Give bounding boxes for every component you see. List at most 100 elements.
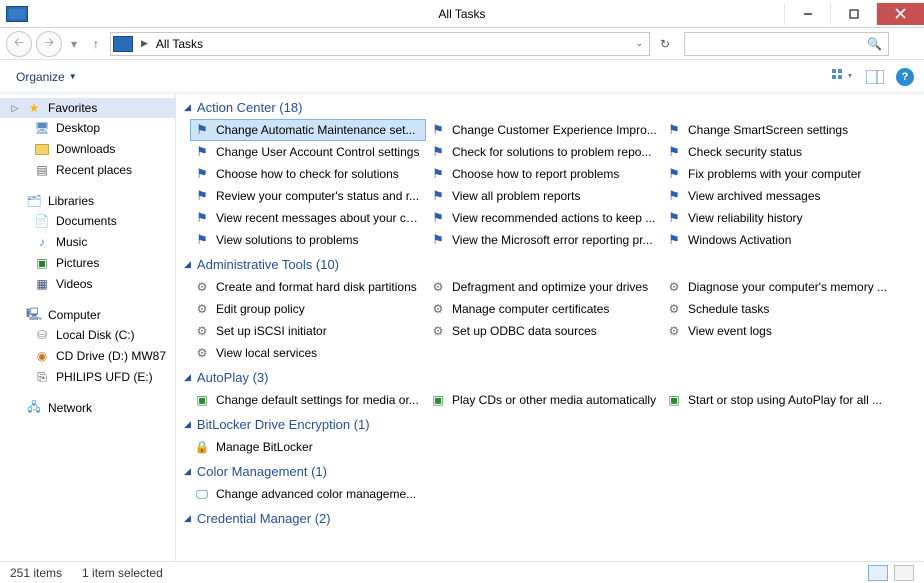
task-item[interactable]: ⚑Change SmartScreen settings — [662, 119, 898, 141]
task-item[interactable]: ⚑Change Customer Experience Impro... — [426, 119, 662, 141]
group-header[interactable]: ◢BitLocker Drive Encryption (1) — [176, 411, 924, 436]
task-label: View all problem reports — [452, 187, 581, 205]
computer-header[interactable]: 🖳 Computer — [0, 305, 175, 325]
minimize-button[interactable] — [784, 3, 830, 25]
tree-item-downloads[interactable]: Downloads — [0, 139, 175, 160]
network-header[interactable]: 🖧 Network — [0, 398, 175, 418]
task-item[interactable]: 🖵Change advanced color manageme... — [190, 483, 426, 505]
task-label: Change Customer Experience Impro... — [452, 121, 657, 139]
group-header[interactable]: ◢Action Center (18) — [176, 94, 924, 119]
disk-icon: ⛁ — [34, 329, 50, 343]
task-item[interactable]: ▣Change default settings for media or... — [190, 389, 426, 411]
tree-item-desktop[interactable]: 🖥Desktop — [0, 118, 175, 139]
view-options-button[interactable] — [832, 66, 854, 88]
group-title: Administrative Tools (10) — [197, 257, 339, 272]
task-item[interactable]: ⚑Check for solutions to problem repo... — [426, 141, 662, 163]
group-header[interactable]: ◢Color Management (1) — [176, 458, 924, 483]
task-item[interactable]: ⚑Change User Account Control settings — [190, 141, 426, 163]
computer-label: Computer — [48, 308, 101, 322]
help-button[interactable]: ? — [896, 68, 914, 86]
task-item[interactable]: ⚑Windows Activation — [662, 229, 898, 251]
task-item[interactable]: ⚙Diagnose your computer's memory ... — [662, 276, 898, 298]
task-item[interactable]: ⚑Choose how to check for solutions — [190, 163, 426, 185]
task-item[interactable]: ⚙Create and format hard disk partitions — [190, 276, 426, 298]
task-label: View recommended actions to keep ... — [452, 209, 655, 227]
task-item[interactable]: ▣Start or stop using AutoPlay for all ..… — [662, 389, 898, 411]
task-label: Fix problems with your computer — [688, 165, 861, 183]
task-item[interactable]: ⚑ View all problem reports — [426, 185, 662, 207]
task-item[interactable]: ⚙View event logs — [662, 320, 898, 342]
tree-item-local-disk[interactable]: ⛁Local Disk (C:) — [0, 325, 175, 346]
task-item[interactable]: ⚙View local services — [190, 342, 426, 364]
group-items: 🔒Manage BitLocker — [176, 436, 924, 458]
preview-pane-button[interactable] — [864, 66, 886, 88]
task-item[interactable]: ⚑View the Microsoft error reporting pr..… — [426, 229, 662, 251]
tree-item-cd-drive[interactable]: ◉CD Drive (D:) MW87 — [0, 346, 175, 367]
close-button[interactable] — [876, 3, 924, 25]
flag-icon: ⚑ — [666, 145, 682, 159]
group-items: ▣Change default settings for media or...… — [176, 389, 924, 411]
task-label: Start or stop using AutoPlay for all ... — [688, 391, 882, 409]
back-button[interactable]: 🡠 — [6, 31, 32, 57]
task-item[interactable]: ⚙Edit group policy — [190, 298, 426, 320]
task-item[interactable]: ⚑Review your computer's status and r... — [190, 185, 426, 207]
libraries-header[interactable]: 🗂 Libraries — [0, 191, 175, 211]
task-item[interactable]: ⚑Choose how to report problems — [426, 163, 662, 185]
content-pane: ◢Action Center (18)⚑Change Automatic Mai… — [176, 94, 924, 561]
task-item[interactable]: ⚙Defragment and optimize your drives — [426, 276, 662, 298]
task-item[interactable]: ⚑View recommended actions to keep ... — [426, 207, 662, 229]
maximize-button[interactable] — [830, 3, 876, 25]
favorites-label: Favorites — [48, 101, 97, 115]
group-header[interactable]: ◢AutoPlay (3) — [176, 364, 924, 389]
task-label: Change SmartScreen settings — [688, 121, 848, 139]
status-selected: 1 item selected — [82, 566, 163, 580]
view-large-button[interactable] — [894, 565, 914, 581]
window-controls — [784, 3, 924, 25]
task-item[interactable]: ▣Play CDs or other media automatically — [426, 389, 662, 411]
tree-item-recent-places[interactable]: ▤Recent places — [0, 160, 175, 181]
task-item[interactable]: ⚙Manage computer certificates — [426, 298, 662, 320]
address-dropdown[interactable]: ⌄ — [635, 38, 647, 49]
collapse-icon: ◢ — [184, 259, 191, 270]
tree-item-pictures[interactable]: ▣Pictures — [0, 253, 175, 274]
tree-item-videos[interactable]: ▦Videos — [0, 274, 175, 295]
search-input[interactable] — [691, 36, 867, 52]
history-dropdown[interactable]: ▾ — [66, 31, 82, 57]
task-item[interactable]: ⚑Fix problems with your computer — [662, 163, 898, 185]
address-bar[interactable]: ▶ All Tasks ⌄ — [110, 32, 650, 56]
play-icon: ▣ — [430, 393, 446, 407]
task-item[interactable]: ⚙Set up iSCSI initiator — [190, 320, 426, 342]
gear-icon: ⚙ — [666, 302, 682, 316]
task-item[interactable]: ⚑View archived messages — [662, 185, 898, 207]
up-button[interactable]: ↑ — [86, 37, 106, 51]
app-icon — [6, 6, 28, 22]
refresh-button[interactable]: ↻ — [654, 33, 676, 55]
flag-icon: ⚑ — [430, 233, 446, 247]
group-header[interactable]: ◢ Administrative Tools (10) — [176, 251, 924, 276]
tree-item-documents[interactable]: 📄Documents — [0, 211, 175, 232]
group-header[interactable]: ◢Credential Manager (2) — [176, 505, 924, 530]
collapse-icon: ◢ — [184, 466, 191, 477]
task-item[interactable]: ⚑View reliability history — [662, 207, 898, 229]
task-item[interactable]: ⚙Set up ODBC data sources — [426, 320, 662, 342]
task-item[interactable]: ⚑View solutions to problems — [190, 229, 426, 251]
task-item[interactable]: ⚑Change Automatic Maintenance set... — [190, 119, 426, 141]
view-details-button[interactable] — [868, 565, 888, 581]
search-box[interactable]: 🔍 — [684, 32, 889, 56]
tree-item-music[interactable]: ♪Music — [0, 232, 175, 253]
task-label: View event logs — [688, 322, 772, 340]
organize-button[interactable]: Organize ▼ — [10, 67, 83, 87]
forward-button[interactable]: 🡢 — [36, 31, 62, 57]
task-item[interactable]: ⚑View recent messages about your co... — [190, 207, 426, 229]
task-item[interactable]: ⚑Check security status — [662, 141, 898, 163]
flag-icon: ⚑ — [430, 189, 446, 203]
task-item[interactable]: ⚙Schedule tasks — [662, 298, 898, 320]
collapse-icon: ◢ — [184, 419, 191, 430]
tree-item-usb-drive[interactable]: ⎘PHILIPS UFD (E:) — [0, 367, 175, 388]
task-item[interactable]: 🔒Manage BitLocker — [190, 436, 426, 458]
gear-icon: ⚙ — [194, 280, 210, 294]
address-icon — [113, 36, 133, 52]
task-label: Check for solutions to problem repo... — [452, 143, 651, 161]
favorites-header[interactable]: ▷ ★ Favorites — [0, 98, 175, 118]
gear-icon: ⚙ — [430, 280, 446, 294]
